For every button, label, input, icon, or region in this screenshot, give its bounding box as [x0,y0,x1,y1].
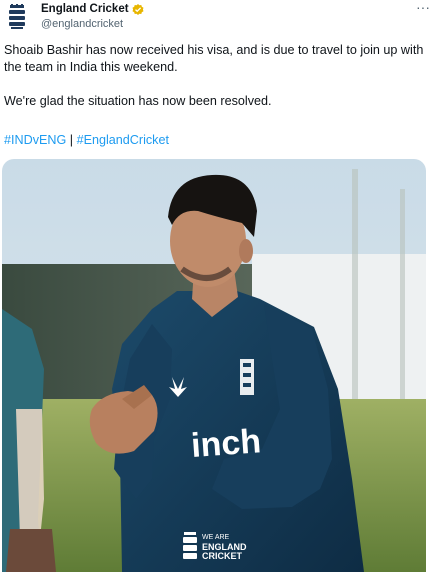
more-options-icon[interactable]: ··· [416,0,430,14]
hashtag-link[interactable]: #EnglandCricket [77,133,169,147]
handle[interactable]: @englandcricket [41,17,144,32]
avatar[interactable] [4,4,30,30]
display-name[interactable]: England Cricket [41,2,129,17]
hashtag-link[interactable]: #INDvENG [4,133,66,147]
hashtag-row: #INDvENG | #EnglandCricket [4,132,169,149]
tweet-header: England Cricket @englandcricket ··· [0,0,442,36]
gold-verified-badge-icon [132,3,144,15]
photo-cricketer-icon: inch [2,159,426,572]
we-are-england-cricket-watermark: WE ARE ENGLAND CRICKET [182,531,256,563]
tweet-paragraph: Shoaib Bashir has now received his visa,… [4,43,424,74]
three-lions-crest-icon [183,532,197,559]
tweet-card: England Cricket @englandcricket ··· Shoa… [0,0,442,572]
tweet-text: Shoaib Bashir has now received his visa,… [4,42,436,127]
tweet-paragraph: We're glad the situation has now been re… [4,94,272,108]
three-lions-crest-icon [9,4,25,29]
watermark-line: CRICKET [202,551,242,561]
display-name-row[interactable]: England Cricket [41,2,144,17]
hashtag-separator: | [69,133,74,147]
svg-text:inch: inch [190,422,262,465]
tweet-photo[interactable]: inch WE ARE ENGLAND CRICKET [2,159,426,572]
account-names: England Cricket @englandcricket [41,2,144,32]
watermark-line: WE ARE [202,534,230,541]
